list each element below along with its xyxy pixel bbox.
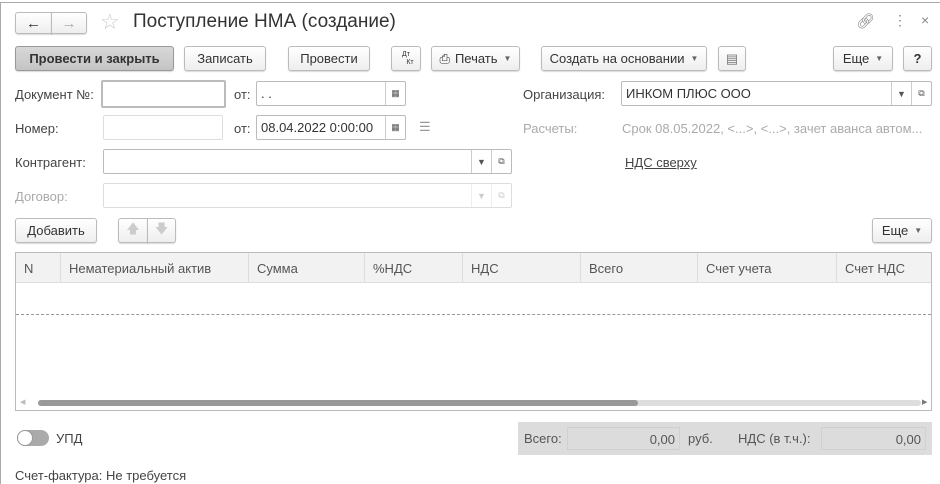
column-header-asset[interactable]: Нематериальный актив — [61, 253, 249, 283]
totals-panel: Всего: 0,00 руб. НДС (в т.ч.): 0,00 — [518, 422, 932, 455]
arrow-right-icon: → — [61, 14, 77, 32]
post-and-close-button[interactable]: Провести и закрыть — [15, 46, 174, 71]
create-based-on-button[interactable]: Создать на основании ▼ — [541, 46, 707, 71]
structure-icon[interactable]: ▤ — [718, 46, 746, 71]
column-header-vat-account[interactable]: Счет НДС — [837, 253, 931, 283]
help-button[interactable]: ? — [903, 46, 932, 71]
contract-input[interactable]: ▼ ⧉ — [103, 183, 512, 208]
doc-no-label: Документ №: — [15, 87, 94, 102]
scroll-right-icon[interactable]: ▶ — [922, 398, 927, 406]
move-down-button[interactable]: 🡇 — [147, 218, 176, 243]
org-value: ИНКОМ ПЛЮС ООО — [626, 86, 751, 101]
from-label-2: от: — [234, 121, 251, 136]
doc-no-input[interactable] — [101, 80, 226, 108]
scrollbar-thumb[interactable] — [38, 400, 638, 406]
horizontal-scrollbar[interactable] — [38, 400, 921, 406]
chevron-down-icon: ▼ — [503, 54, 512, 63]
dt-kt-button[interactable]: Дт Кт — [391, 46, 421, 71]
invoice-status: Счет-фактура: Не требуется — [15, 468, 187, 483]
column-header-account[interactable]: Счет учета — [698, 253, 837, 283]
page-title: Поступление НМА (создание) — [133, 11, 396, 32]
more-label: Еще — [842, 51, 870, 66]
contractor-label: Контрагент: — [15, 155, 86, 170]
chevron-down-icon: ▼ — [914, 226, 923, 235]
arrow-down-icon: 🡇 — [154, 220, 169, 236]
date-value: 08.04.2022 0:00:00 — [261, 120, 374, 135]
dt-label: Дт — [402, 50, 410, 58]
contract-label: Договор: — [15, 189, 68, 204]
chevron-down-icon: ▼ — [690, 54, 699, 63]
chevron-down-icon: ▼ — [875, 54, 884, 63]
upd-label: УПД — [56, 431, 83, 446]
from-label: от: — [234, 87, 251, 102]
contractor-input[interactable]: ▼ ⧉ — [103, 149, 512, 174]
create-based-label: Создать на основании — [549, 51, 685, 66]
total-value: 0,00 — [567, 427, 680, 450]
settlements-label: Расчеты: — [523, 121, 578, 136]
doc-date-value: . . — [261, 86, 272, 101]
calendar-icon[interactable]: ▦ — [385, 116, 405, 139]
doc-date-input[interactable]: . . ▦ — [256, 81, 406, 106]
scroll-left-icon[interactable]: ◀ — [20, 398, 25, 406]
post-button[interactable]: Провести — [288, 46, 370, 71]
open-icon[interactable]: ⧉ — [491, 150, 511, 173]
form-frame — [0, 3, 940, 484]
open-icon[interactable]: ⧉ — [491, 184, 511, 207]
dropdown-icon[interactable]: ▼ — [891, 82, 911, 105]
number-input[interactable] — [103, 115, 223, 140]
print-label: Печать — [454, 51, 498, 66]
nma-table[interactable]: N Нематериальный актив Сумма %НДС НДС Вс… — [15, 252, 932, 411]
back-button[interactable]: ← — [15, 12, 52, 34]
more-label: Еще — [881, 223, 909, 238]
table-header: N Нематериальный актив Сумма %НДС НДС Вс… — [16, 253, 931, 283]
add-button[interactable]: Добавить — [15, 218, 97, 243]
more-button[interactable]: Еще ▼ — [833, 46, 893, 71]
number-label: Номер: — [15, 121, 59, 136]
printer-icon: ⎙ — [439, 50, 450, 66]
column-header-vat[interactable]: НДС — [463, 253, 581, 283]
comment-icon[interactable]: ☰ — [419, 119, 431, 135]
column-header-total[interactable]: Всего — [581, 253, 698, 283]
forward-button[interactable]: → — [51, 12, 87, 34]
org-input[interactable]: ИНКОМ ПЛЮС ООО ▼ ⧉ — [621, 81, 932, 106]
close-icon[interactable]: × — [921, 12, 929, 28]
calendar-icon[interactable]: ▦ — [385, 82, 405, 105]
column-header-vat-rate[interactable]: %НДС — [365, 253, 463, 283]
org-label: Организация: — [523, 87, 606, 102]
total-label: Всего: — [524, 431, 562, 446]
more-vertical-icon[interactable]: ⋮ — [893, 12, 907, 29]
link-icon[interactable]: 🔗︎ — [856, 12, 875, 30]
move-up-button[interactable]: 🡅 — [118, 218, 148, 243]
vat-on-top-link[interactable]: НДС сверху — [625, 155, 697, 170]
currency-label: руб. — [688, 431, 713, 446]
kt-label: Кт — [406, 58, 414, 66]
dropdown-icon[interactable]: ▼ — [471, 150, 491, 173]
open-icon[interactable]: ⧉ — [911, 82, 931, 105]
toggle-knob — [17, 430, 33, 446]
table-more-button[interactable]: Еще ▼ — [872, 218, 932, 243]
arrow-up-icon: 🡅 — [126, 220, 140, 236]
vat-total-value: 0,00 — [821, 427, 926, 450]
upd-toggle[interactable] — [17, 430, 49, 446]
date-input[interactable]: 08.04.2022 0:00:00 ▦ — [256, 115, 406, 140]
arrow-left-icon: ← — [26, 14, 41, 32]
star-icon[interactable]: ☆ — [100, 9, 120, 35]
settlements-link[interactable]: Срок 08.05.2022, <...>, <...>, зачет ава… — [622, 121, 922, 136]
table-empty-row[interactable] — [16, 283, 931, 315]
dropdown-icon[interactable]: ▼ — [471, 184, 491, 207]
vat-total-label: НДС (в т.ч.): — [738, 431, 811, 446]
print-button[interactable]: ⎙ Печать ▼ — [431, 46, 520, 71]
save-button[interactable]: Записать — [184, 46, 266, 71]
column-header-sum[interactable]: Сумма — [249, 253, 365, 283]
column-header-n[interactable]: N — [16, 253, 61, 283]
